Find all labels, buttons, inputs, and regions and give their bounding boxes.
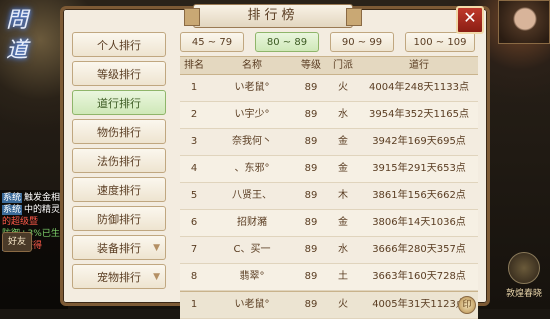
rank-cell: 4 bbox=[190, 163, 198, 174]
col-dao-header: 道行 bbox=[409, 60, 429, 71]
table-row[interactable]: 2 い宇少° 89 水 3954年352天1165点 bbox=[180, 102, 478, 129]
activity-icon bbox=[508, 252, 540, 284]
rank-cell: 1 bbox=[190, 299, 198, 310]
dao-cell: 3915年291天653点 bbox=[372, 163, 466, 174]
activity-label: 敦煌春晓 bbox=[505, 289, 542, 299]
level-cell: 89 bbox=[304, 136, 318, 147]
sect-cell: 金 bbox=[338, 136, 348, 147]
level-range-tabs: 45 ~ 79 80 ~ 89 90 ~ 99 100 ~ 109 bbox=[178, 32, 480, 54]
table-row[interactable]: 7 C、买一 89 水 3666年280天357点 bbox=[180, 237, 478, 264]
chat-tag: 系统 bbox=[2, 205, 23, 215]
table-row[interactable]: 8 翡翠° 89 土 3663年160天728点 bbox=[180, 264, 478, 291]
name-cell: い宇少° bbox=[234, 109, 270, 120]
level-cell: 89 bbox=[304, 271, 318, 282]
sect-cell: 金 bbox=[338, 217, 348, 228]
chat-tag: 系统 bbox=[2, 193, 23, 203]
sect-cell: 金 bbox=[338, 163, 348, 174]
rank-cell: 8 bbox=[190, 271, 198, 282]
nav-personal-ranking[interactable]: 个人排行 bbox=[72, 32, 166, 57]
chat-line: 的超级暨 bbox=[2, 217, 39, 227]
level-cell: 89 bbox=[304, 163, 318, 174]
rank-cell: 7 bbox=[190, 244, 198, 255]
dao-cell: 3806年14天1036点 bbox=[372, 217, 466, 228]
level-cell: 89 bbox=[304, 109, 318, 120]
sect-cell: 水 bbox=[338, 109, 348, 120]
level-cell: 89 bbox=[304, 82, 318, 93]
dao-cell: 3666年280天357点 bbox=[372, 244, 466, 255]
name-cell: い老鼠° bbox=[234, 82, 270, 93]
level-cell: 89 bbox=[304, 244, 318, 255]
name-cell: C、买一 bbox=[233, 244, 271, 255]
sect-cell: 火 bbox=[338, 82, 348, 93]
nav-defense-ranking[interactable]: 防御排行 bbox=[72, 206, 166, 231]
tab-100-109[interactable]: 100 ~ 109 bbox=[405, 32, 475, 52]
level-cell: 89 bbox=[304, 299, 318, 310]
name-cell: 招财瀦 bbox=[237, 217, 267, 228]
level-cell: 89 bbox=[304, 217, 318, 228]
table-header: 排名 名称 等级 门派 道行 bbox=[180, 56, 478, 75]
table-row[interactable]: 6 招财瀦 89 金 3806年14天1036点 bbox=[180, 210, 478, 237]
close-button[interactable]: ✕ bbox=[456, 6, 484, 34]
sect-cell: 火 bbox=[338, 299, 348, 310]
nav-physical-damage-ranking[interactable]: 物伤排行 bbox=[72, 119, 166, 144]
sect-cell: 土 bbox=[338, 271, 348, 282]
ranking-category-nav: 个人排行 等级排行 道行排行 物伤排行 法伤排行 速度排行 防御排行 装备排行 ▼… bbox=[72, 32, 166, 293]
rank-cell: 3 bbox=[190, 136, 198, 147]
dao-cell: 3861年156天662点 bbox=[372, 190, 466, 201]
col-sect-header: 门派 bbox=[333, 60, 353, 71]
tab-45-79[interactable]: 45 ~ 79 bbox=[180, 32, 244, 52]
sect-cell: 木 bbox=[338, 190, 348, 201]
nav-level-ranking[interactable]: 等级排行 bbox=[72, 61, 166, 86]
table-row[interactable]: 4 、东邪° 89 金 3915年291天653点 bbox=[180, 156, 478, 183]
dao-cell: 3942年169天695点 bbox=[372, 136, 466, 147]
nav-equipment-ranking[interactable]: 装备排行 ▼ bbox=[72, 235, 166, 260]
tab-80-89[interactable]: 80 ~ 89 bbox=[255, 32, 319, 52]
level-cell: 89 bbox=[304, 190, 318, 201]
nav-pet-ranking[interactable]: 宠物排行 ▼ bbox=[72, 264, 166, 289]
rank-cell: 1 bbox=[190, 82, 198, 93]
dao-cell: 3954年352天1165点 bbox=[369, 109, 469, 120]
tab-90-99[interactable]: 90 ~ 99 bbox=[330, 32, 394, 52]
table-row[interactable]: 3 奈我何丶 89 金 3942年169天695点 bbox=[180, 129, 478, 156]
sect-cell: 水 bbox=[338, 244, 348, 255]
chat-line: 系统 中的精灵 bbox=[2, 205, 61, 215]
col-name-header: 名称 bbox=[242, 60, 262, 71]
dialog-title: 排行榜 bbox=[184, 4, 362, 28]
rank-cell: 5 bbox=[190, 190, 198, 201]
name-cell: 、东邪° bbox=[234, 163, 270, 174]
activity-button[interactable]: 敦煌春晓 bbox=[502, 252, 546, 304]
col-rank-header: 排名 bbox=[184, 60, 204, 71]
dao-cell: 3663年160天728点 bbox=[372, 271, 466, 282]
chevron-down-icon: ▼ bbox=[153, 272, 160, 282]
col-level-header: 等级 bbox=[301, 60, 321, 71]
table-row[interactable]: 1 い老鼠° 89 火 4004年248天1133点 bbox=[180, 75, 478, 102]
rank-cell: 6 bbox=[190, 217, 198, 228]
name-cell: 翡翠° bbox=[239, 271, 265, 282]
nav-dao-ranking[interactable]: 道行排行 bbox=[72, 90, 166, 115]
chat-line: 系统 触发金相 bbox=[2, 193, 61, 203]
friend-button[interactable]: 好友 bbox=[2, 232, 32, 252]
name-cell: 八贤王、 bbox=[232, 190, 272, 201]
dao-cell: 4004年248天1133点 bbox=[369, 82, 469, 93]
nav-speed-ranking[interactable]: 速度排行 bbox=[72, 177, 166, 202]
table-row[interactable]: 5 八贤王、 89 木 3861年156天662点 bbox=[180, 183, 478, 210]
name-cell: い老鼠° bbox=[234, 299, 270, 310]
seal-icon[interactable]: 印 bbox=[458, 296, 476, 314]
chevron-down-icon: ▼ bbox=[153, 243, 160, 253]
my-ranking-row[interactable]: 1 い老鼠° 89 火 4005年31天1123点 印 bbox=[180, 291, 478, 319]
nav-magic-damage-ranking[interactable]: 法伤排行 bbox=[72, 148, 166, 173]
game-logo: 問道 bbox=[6, 8, 31, 63]
rank-cell: 2 bbox=[190, 109, 198, 120]
ranking-table: 排名 名称 等级 门派 道行 1 い老鼠° 89 火 4004年248天1133… bbox=[180, 56, 478, 319]
player-portrait[interactable] bbox=[498, 0, 550, 44]
name-cell: 奈我何丶 bbox=[232, 136, 272, 147]
